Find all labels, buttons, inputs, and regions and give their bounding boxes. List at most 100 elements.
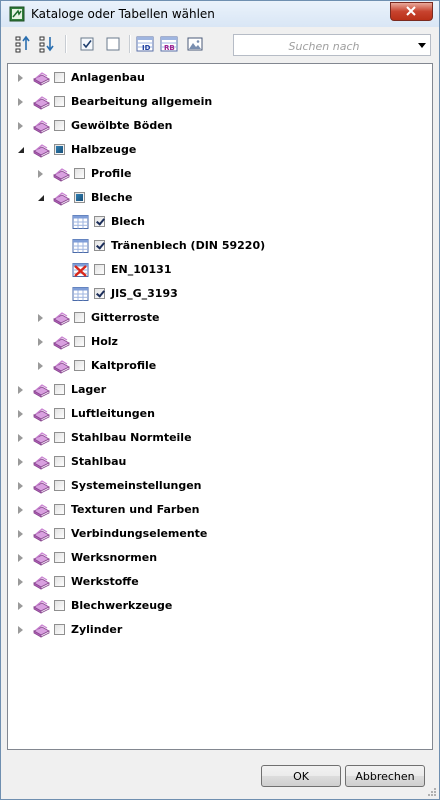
tree-node-label[interactable]: Gitterroste bbox=[91, 311, 159, 324]
tree-node-checkbox[interactable] bbox=[54, 72, 65, 83]
tree-node-label[interactable]: Anlagenbau bbox=[71, 71, 145, 84]
title-bar[interactable]: Kataloge oder Tabellen wählen bbox=[1, 1, 439, 27]
tree-node-label[interactable]: Bearbeitung allgemein bbox=[71, 95, 212, 108]
tree-node[interactable]: Gewölbte Böden bbox=[8, 114, 432, 138]
collapsed-arrow-icon[interactable] bbox=[18, 74, 23, 82]
tree-node[interactable]: Systemeinstellungen bbox=[8, 474, 432, 498]
collapsed-arrow-icon[interactable] bbox=[18, 122, 23, 130]
tree-node-checkbox[interactable] bbox=[54, 144, 65, 155]
tree-node[interactable]: Luftleitungen bbox=[8, 402, 432, 426]
tree-node-label[interactable]: Stahlbau bbox=[71, 455, 126, 468]
ok-button[interactable]: OK bbox=[261, 765, 341, 787]
tree-node-checkbox[interactable] bbox=[74, 360, 85, 371]
collapsed-arrow-icon[interactable] bbox=[38, 362, 43, 370]
tree-node-checkbox[interactable] bbox=[74, 192, 85, 203]
collapse-all-button[interactable] bbox=[37, 34, 57, 54]
tree-node[interactable]: Blechwerkzeuge bbox=[8, 594, 432, 618]
tree-node-checkbox[interactable] bbox=[54, 552, 65, 563]
tree-node[interactable]: Werkstoffe bbox=[8, 570, 432, 594]
tree-node[interactable]: Stahlbau Normteile bbox=[8, 426, 432, 450]
expanded-arrow-icon[interactable] bbox=[38, 195, 44, 201]
search-input[interactable] bbox=[236, 37, 412, 55]
tree-node[interactable]: EN_10131 bbox=[8, 258, 432, 282]
tree-node-checkbox[interactable] bbox=[94, 240, 105, 251]
catalog-tree[interactable]: Anlagenbau Bearbeitung allgemein Gewölbte … bbox=[7, 63, 433, 750]
tree-node-label[interactable]: EN_10131 bbox=[111, 263, 172, 276]
tree-node[interactable]: JIS_G_3193 bbox=[8, 282, 432, 306]
tree-node-label[interactable]: Werksnormen bbox=[71, 551, 157, 564]
rb-view-button[interactable]: RB bbox=[159, 34, 179, 54]
tree-node[interactable]: Zylinder bbox=[8, 618, 432, 642]
tree-node-checkbox[interactable] bbox=[54, 624, 65, 635]
tree-node[interactable]: Bearbeitung allgemein bbox=[8, 90, 432, 114]
tree-node[interactable]: Stahlbau bbox=[8, 450, 432, 474]
tree-node-label[interactable]: Lager bbox=[71, 383, 106, 396]
tree-node-label[interactable]: Holz bbox=[91, 335, 118, 348]
image-button[interactable] bbox=[185, 34, 205, 54]
tree-node-label[interactable]: JIS_G_3193 bbox=[111, 287, 178, 300]
collapsed-arrow-icon[interactable] bbox=[18, 98, 23, 106]
tree-node[interactable]: Werksnormen bbox=[8, 546, 432, 570]
tree-node[interactable]: Tränenblech (DIN 59220) bbox=[8, 234, 432, 258]
tree-node-checkbox[interactable] bbox=[54, 120, 65, 131]
tree-node-label[interactable]: Blechwerkzeuge bbox=[71, 599, 172, 612]
resize-grip-icon[interactable] bbox=[426, 786, 436, 796]
tree-node-checkbox[interactable] bbox=[74, 336, 85, 347]
close-button[interactable] bbox=[390, 2, 433, 21]
collapsed-arrow-icon[interactable] bbox=[38, 170, 43, 178]
tree-node-label[interactable]: Kaltprofile bbox=[91, 359, 156, 372]
collapsed-arrow-icon[interactable] bbox=[18, 458, 23, 466]
tree-node-label[interactable]: Zylinder bbox=[71, 623, 122, 636]
tree-node-checkbox[interactable] bbox=[94, 264, 105, 275]
tree-node-label[interactable]: Systemeinstellungen bbox=[71, 479, 202, 492]
tree-node[interactable]: Halbzeuge bbox=[8, 138, 432, 162]
tree-node-label[interactable]: Profile bbox=[91, 167, 131, 180]
collapsed-arrow-icon[interactable] bbox=[18, 530, 23, 538]
tree-node[interactable]: Holz bbox=[8, 330, 432, 354]
tree-node[interactable]: Texturen und Farben bbox=[8, 498, 432, 522]
tree-node-checkbox[interactable] bbox=[74, 168, 85, 179]
collapsed-arrow-icon[interactable] bbox=[38, 338, 43, 346]
expanded-arrow-icon[interactable] bbox=[18, 147, 24, 153]
tree-node[interactable]: Bleche bbox=[8, 186, 432, 210]
tree-node-label[interactable]: Halbzeuge bbox=[71, 143, 136, 156]
expand-all-button[interactable] bbox=[13, 34, 33, 54]
collapsed-arrow-icon[interactable] bbox=[18, 434, 23, 442]
collapsed-arrow-icon[interactable] bbox=[18, 626, 23, 634]
collapsed-arrow-icon[interactable] bbox=[18, 602, 23, 610]
collapsed-arrow-icon[interactable] bbox=[38, 314, 43, 322]
tree-node-label[interactable]: Tränenblech (DIN 59220) bbox=[111, 239, 265, 252]
check-all-button[interactable] bbox=[77, 34, 97, 54]
tree-node-label[interactable]: Bleche bbox=[91, 191, 132, 204]
cancel-button[interactable]: Abbrechen bbox=[345, 765, 425, 787]
tree-node-checkbox[interactable] bbox=[54, 504, 65, 515]
tree-node[interactable]: Gitterroste bbox=[8, 306, 432, 330]
tree-node-checkbox[interactable] bbox=[54, 384, 65, 395]
id-view-button[interactable]: ID bbox=[135, 34, 155, 54]
tree-node-label[interactable]: Blech bbox=[111, 215, 145, 228]
tree-node-checkbox[interactable] bbox=[54, 456, 65, 467]
tree-node[interactable]: Kaltprofile bbox=[8, 354, 432, 378]
uncheck-all-button[interactable] bbox=[103, 34, 123, 54]
tree-node-label[interactable]: Verbindungselemente bbox=[71, 527, 207, 540]
search-box[interactable] bbox=[233, 34, 431, 56]
tree-node-label[interactable]: Werkstoffe bbox=[71, 575, 139, 588]
collapsed-arrow-icon[interactable] bbox=[18, 482, 23, 490]
tree-node-label[interactable]: Luftleitungen bbox=[71, 407, 155, 420]
tree-node-label[interactable]: Gewölbte Böden bbox=[71, 119, 173, 132]
collapsed-arrow-icon[interactable] bbox=[18, 506, 23, 514]
tree-node-checkbox[interactable] bbox=[94, 216, 105, 227]
tree-node-checkbox[interactable] bbox=[54, 528, 65, 539]
collapsed-arrow-icon[interactable] bbox=[18, 554, 23, 562]
tree-node[interactable]: Blech bbox=[8, 210, 432, 234]
collapsed-arrow-icon[interactable] bbox=[18, 386, 23, 394]
tree-node-checkbox[interactable] bbox=[54, 600, 65, 611]
tree-node-checkbox[interactable] bbox=[94, 288, 105, 299]
tree-node-checkbox[interactable] bbox=[54, 408, 65, 419]
chevron-down-icon[interactable] bbox=[418, 43, 426, 48]
tree-node[interactable]: Lager bbox=[8, 378, 432, 402]
tree-node-checkbox[interactable] bbox=[74, 312, 85, 323]
collapsed-arrow-icon[interactable] bbox=[18, 578, 23, 586]
tree-node[interactable]: Verbindungselemente bbox=[8, 522, 432, 546]
tree-node-checkbox[interactable] bbox=[54, 576, 65, 587]
